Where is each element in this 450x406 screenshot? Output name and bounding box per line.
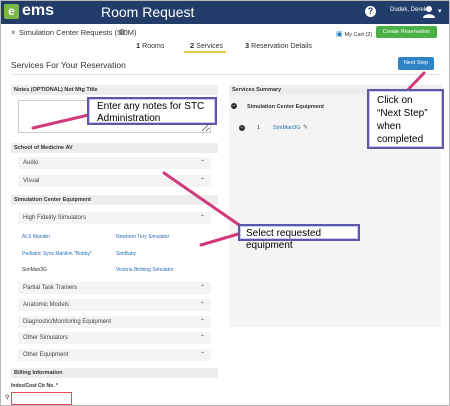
app-window: e ems Room Request ? Dudek, Derek ▾ × Si… [0, 0, 450, 406]
close-icon[interactable]: × [11, 28, 16, 37]
accordion-diagnostic-monitoring[interactable]: Diagnostic/Monitoring Equipment ⌃ [18, 316, 211, 329]
accordion-visual[interactable]: Visual ⌃ [18, 175, 211, 188]
chevron-up-icon: ⌃ [199, 352, 205, 358]
equipment-item[interactable]: Pediatric Syris Manikin "Bobby" [22, 251, 92, 257]
create-reservation-button[interactable]: Create Reservation [376, 26, 437, 38]
step-label: Rooms [142, 43, 165, 50]
step-label: Services [196, 43, 224, 50]
accordion-label: High Fidelity Simulators [23, 215, 87, 221]
notes-header: Notes (OPTIONAL) Not Mtg Title [11, 85, 218, 95]
next-step-button[interactable]: Next Step [398, 57, 434, 70]
equipment-list: ALS Manikin Newborn Tory Simulator Pedia… [18, 227, 211, 275]
accordion-partial-task-trainers[interactable]: Partial Task Trainers ⌃ [18, 282, 211, 295]
step-label: Reservation Details [251, 43, 312, 50]
callout-line: when [377, 121, 401, 132]
my-cart-label: My Cart (2) [344, 32, 373, 38]
sim-equipment-header: Simulation Center Equipment [11, 195, 218, 205]
chevron-up-icon: ⌃ [199, 285, 205, 291]
summary-item-name[interactable]: SimMan3G [273, 125, 301, 131]
divider [11, 74, 441, 75]
chevron-up-icon: ⌃ [199, 335, 205, 341]
school-av-header: School of Medicine AV [11, 143, 218, 153]
accordion-label: Partial Task Trainers [23, 285, 78, 291]
app-title: Room Request [101, 4, 195, 20]
chevron-up-icon: ⌃ [199, 302, 205, 308]
accordion-audio[interactable]: Audio ⌃ [18, 157, 211, 170]
pencil-icon[interactable]: ✎ [303, 124, 308, 131]
accordion-anatomic-models[interactable]: Anatomic Models ⌃ [18, 299, 211, 312]
remove-item-icon[interactable]: − [239, 125, 245, 131]
chevron-up-icon: ⌃ [199, 160, 205, 166]
cost-center-input[interactable] [11, 392, 72, 405]
info-icon[interactable]: i [119, 29, 125, 35]
chevron-up-icon: ⌃ [199, 178, 205, 184]
accordion-label: Visual [23, 178, 40, 184]
accordion-label: Anatomic Models [23, 302, 70, 308]
notes-callout: Enter any notes for STC Administration [87, 97, 217, 125]
accordion-label: Audio [23, 160, 39, 166]
help-icon[interactable]: ? [365, 6, 376, 17]
step-number: 1 [136, 41, 141, 50]
step-number: 3 [245, 41, 250, 50]
step-rooms[interactable]: 1 Rooms [136, 41, 164, 50]
ems-logo-icon[interactable]: e [4, 4, 19, 19]
accordion-other-simulators[interactable]: Other Simulators ⌃ [18, 332, 211, 345]
cost-center-label: Index/Cost Ctr No. * [11, 383, 58, 389]
equipment-item[interactable]: Newborn Tory Simulator [116, 234, 169, 240]
ems-logo-text[interactable]: ems [22, 2, 54, 20]
summary-group-label: Simulation Center Equipment [247, 104, 325, 110]
page-title: Services For Your Reservation [11, 60, 126, 70]
next-step-callout: Click on “Next Step” when completed [367, 89, 444, 149]
chevron-up-icon: ⌃ [199, 215, 205, 221]
accordion-label: Other Equipment [23, 352, 69, 358]
top-bar: e ems Room Request ? Dudek, Derek ▾ [1, 1, 449, 24]
equipment-item[interactable]: Victoria Birthing Simulator [116, 267, 173, 273]
chevron-up-icon: ⌃ [199, 319, 205, 325]
callout-line: completed [377, 134, 424, 145]
accordion-high-fidelity-simulators[interactable]: High Fidelity Simulators ⌃ [18, 212, 211, 225]
equipment-item-selected[interactable]: SimMan3G [22, 267, 47, 273]
step-services[interactable]: 2 Services [190, 41, 223, 50]
accordion-label: Other Simulators [23, 335, 69, 341]
billing-header: Billing Information [11, 368, 218, 378]
collapse-icon[interactable]: − [231, 103, 237, 109]
accordion-label: Diagnostic/Monitoring Equipment [23, 319, 112, 325]
callout-line: “Next Step” [377, 108, 428, 119]
cart-icon: ▣ [336, 31, 343, 38]
accordion-other-equipment[interactable]: Other Equipment ⌃ [18, 349, 211, 362]
select-equipment-callout: Select requested equipment [238, 224, 360, 251]
callout-line: Click on [377, 95, 413, 106]
chevron-down-icon[interactable]: ▾ [438, 7, 442, 15]
step-number: 2 [190, 41, 195, 50]
active-step-indicator [184, 51, 226, 53]
search-icon[interactable]: ⚲ [5, 394, 9, 401]
equipment-item[interactable]: SimBaby [116, 251, 136, 257]
summary-item-quantity: 1 [257, 125, 261, 131]
user-icon[interactable] [422, 5, 436, 18]
my-cart-link[interactable]: ▣ My Cart (2) [336, 30, 372, 38]
step-reservation-details[interactable]: 3 Reservation Details [245, 41, 312, 50]
equipment-item[interactable]: ALS Manikin [22, 234, 50, 240]
